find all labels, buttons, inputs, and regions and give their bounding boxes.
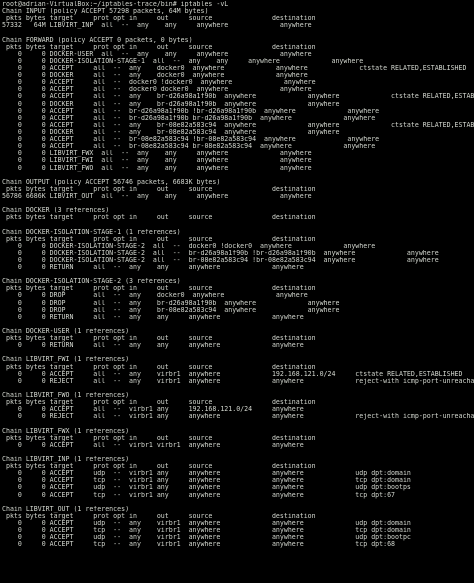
column-header-row: pkts bytes target prot opt in out source… xyxy=(2,43,316,51)
column-header-row: pkts bytes target prot opt in out source… xyxy=(2,335,316,343)
chain-header: Chain DOCKER-USER (1 references) xyxy=(2,328,130,336)
rule-row: 0 0 LIBVIRT_FWI all -- any any anywhere … xyxy=(2,157,312,165)
chain-header: Chain LIBVIRT_INP (1 references) xyxy=(2,456,130,463)
column-header-row: pkts bytes target prot opt in out source… xyxy=(2,463,316,471)
rule-row: 0 0 ACCEPT all -- virbr1 any 192.168.121… xyxy=(2,406,304,414)
rule-row: 0 0 DOCKER-USER all -- any any anywhere … xyxy=(2,50,312,58)
column-header-row: pkts bytes target prot opt in out source… xyxy=(2,185,316,193)
rule-row: 0 0 ACCEPT all -- any br-08e82a583c94 an… xyxy=(2,121,474,129)
rule-row: 0 0 ACCEPT all -- any docker0 anywhere a… xyxy=(2,64,467,72)
rule-row: 0 0 RETURN all -- any any anywhere anywh… xyxy=(2,264,304,272)
command-prompt-line: root@adrian-VirtualBox:~/iptables-trace/… xyxy=(2,1,229,8)
column-header-row: pkts bytes target prot opt in out source… xyxy=(2,15,316,23)
column-header-row: pkts bytes target prot opt in out source… xyxy=(2,363,316,371)
rule-row: 0 0 ACCEPT udp -- virbr1 any anywhere an… xyxy=(2,470,411,478)
rule-row: 0 0 ACCEPT tcp -- virbr1 any anywhere an… xyxy=(2,477,411,485)
chain-header: Chain LIBVIRT_FWX (1 references) xyxy=(2,427,130,435)
rule-row: 0 0 ACCEPT tcp -- virbr1 any anywhere an… xyxy=(2,491,396,499)
rule-row: 0 0 RETURN all -- any any anywhere anywh… xyxy=(2,313,304,321)
rule-row: 0 0 DOCKER-ISOLATION-STAGE-2 all -- br-0… xyxy=(2,256,439,264)
rule-row: 0 0 ACCEPT udp -- any virbr1 anywhere an… xyxy=(2,534,411,542)
column-header-row: pkts bytes target prot opt in out source… xyxy=(2,235,316,243)
chain-header: Chain LIBVIRT_OUT (1 references) xyxy=(2,505,130,513)
rule-row: 0 0 RETURN all -- any any anywhere anywh… xyxy=(2,342,304,350)
rule-row: 0 0 DOCKER all -- any br-08e82a583c94 an… xyxy=(2,128,340,136)
chain-header: Chain DOCKER-ISOLATION-STAGE-1 (1 refere… xyxy=(2,228,181,236)
rule-row: 0 0 ACCEPT all -- br-08e82a583c94 br-08e… xyxy=(2,143,376,151)
rule-row: 0 0 ACCEPT all -- any br-d26a98a1f90b an… xyxy=(2,93,474,101)
rule-row: 56786 6686K LIBVIRT_OUT all -- any any a… xyxy=(2,192,312,200)
chain-header: Chain FORWARD (policy ACCEPT 0 packets, … xyxy=(2,36,193,44)
rule-row: 0 0 DOCKER all -- any docker0 anywhere a… xyxy=(2,72,308,80)
rule-row: 0 0 DROP all -- any br-08e82a583c94 anyw… xyxy=(2,306,340,314)
chain-header: Chain DOCKER (3 references) xyxy=(2,207,110,215)
rule-row: 0 0 ACCEPT all -- br-d26a98a1f90b br-d26… xyxy=(2,114,376,122)
rule-row: 0 0 ACCEPT udp -- virbr1 any anywhere an… xyxy=(2,484,411,492)
rule-row: 0 0 LIBVIRT_FWO all -- any any anywhere … xyxy=(2,164,312,172)
column-header-row: pkts bytes target prot opt in out source… xyxy=(2,214,316,222)
column-header-row: pkts bytes target prot opt in out source… xyxy=(2,399,316,407)
rule-row: 0 0 ACCEPT all -- virbr1 virbr1 anywhere… xyxy=(2,441,304,449)
rule-row: 0 0 REJECT all -- any virbr1 anywhere an… xyxy=(2,377,474,385)
rule-row: 0 0 REJECT all -- virbr1 any anywhere an… xyxy=(2,413,474,421)
column-header-row: pkts bytes target prot opt in out source… xyxy=(2,434,316,442)
column-header-row: pkts bytes target prot opt in out source… xyxy=(2,285,316,293)
rule-row: 0 0 DOCKER-ISOLATION-STAGE-2 all -- br-d… xyxy=(2,249,439,257)
rule-row: 0 0 ACCEPT all -- any virbr1 anywhere 19… xyxy=(2,370,463,378)
rule-row: 0 0 ACCEPT all -- br-d26a98a1f90b !br-d2… xyxy=(2,107,380,115)
column-header-row: pkts bytes target prot opt in out source… xyxy=(2,512,316,520)
rule-row: 0 0 DROP all -- any docker0 anywhere any… xyxy=(2,292,308,300)
terminal-window[interactable]: root@adrian-VirtualBox:~/iptables-trace/… xyxy=(0,0,474,583)
rule-row: 0 0 DOCKER-ISOLATION-STAGE-1 all -- any … xyxy=(2,57,364,65)
rule-row: 0 0 DOCKER-ISOLATION-STAGE-2 all -- dock… xyxy=(2,242,376,250)
rule-row: 0 0 DROP all -- any br-d26a98a1f90b anyw… xyxy=(2,299,340,307)
chain-header: Chain OUTPUT (policy ACCEPT 56746 packet… xyxy=(2,178,221,186)
rule-row: 0 0 ACCEPT all -- docker0 docker0 anywhe… xyxy=(2,86,312,94)
rule-row: 0 0 ACCEPT udp -- any virbr1 anywhere an… xyxy=(2,519,411,527)
rule-row: 0 0 LIBVIRT_FWX all -- any any anywhere … xyxy=(2,150,312,158)
rule-row: 0 0 DOCKER all -- any br-d26a98a1f90b an… xyxy=(2,100,340,108)
chain-header: Chain DOCKER-ISOLATION-STAGE-2 (3 refere… xyxy=(2,278,181,286)
rule-row: 0 0 ACCEPT all -- br-08e82a583c94 !br-08… xyxy=(2,136,380,144)
chain-header: Chain LIBVIRT_FWO (1 references) xyxy=(2,392,130,400)
rule-row: 0 0 ACCEPT tcp -- any virbr1 anywhere an… xyxy=(2,527,411,535)
rule-row: 57332 64M LIBVIRT_INP all -- any any any… xyxy=(2,22,312,30)
chain-header: Chain INPUT (policy ACCEPT 57298 packets… xyxy=(2,8,209,16)
rule-row: 0 0 ACCEPT all -- docker0 !docker0 anywh… xyxy=(2,79,316,87)
chain-header: Chain LIBVIRT_FWI (1 references) xyxy=(2,356,130,364)
rule-row: 0 0 ACCEPT tcp -- any virbr1 anywhere an… xyxy=(2,541,396,549)
